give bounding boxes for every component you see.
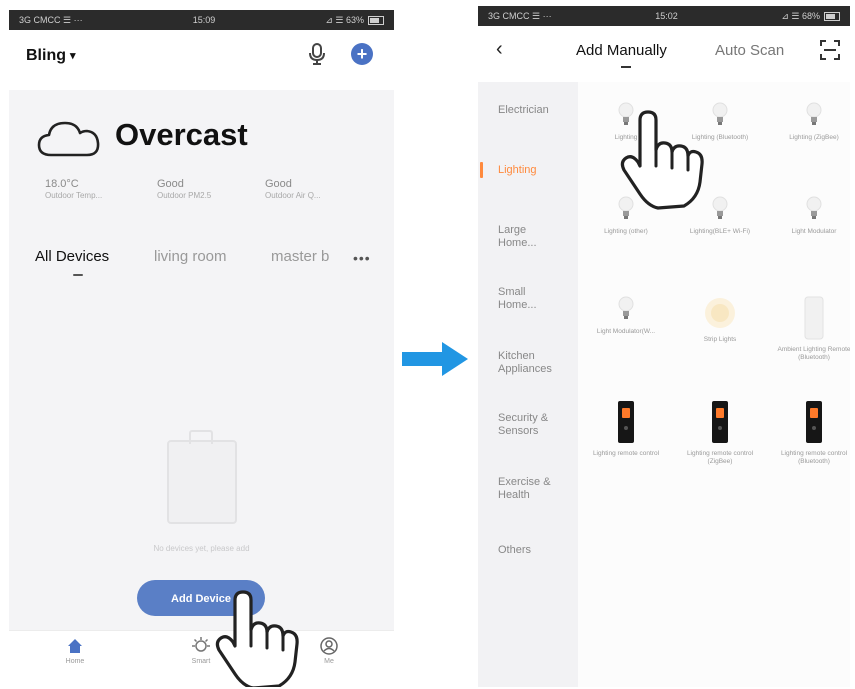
home-icon	[68, 639, 82, 653]
tab-add-manually[interactable]: Add Manually	[576, 42, 667, 59]
add-device-plus-icon[interactable]: +	[351, 43, 373, 65]
carrier-text: 3G CMCC ☰ ···	[488, 10, 552, 21]
strip-light-icon	[705, 298, 735, 328]
microphone-icon[interactable]	[307, 42, 327, 66]
tab-master-bedroom[interactable]: master b	[271, 248, 329, 265]
device-item[interactable]: Lighting remote control (ZigBee)	[680, 400, 760, 466]
device-item[interactable]: Lighting remote control (Bluetooth)	[774, 400, 850, 466]
stat-temperature: 18.0°C Outdoor Temp...	[45, 178, 103, 200]
device-item[interactable]: Light Modulator	[774, 196, 850, 236]
active-tab-indicator	[621, 66, 631, 68]
home-header: Bling ▾ +	[9, 30, 394, 90]
device-label: Light Modulator(W...	[596, 328, 656, 335]
light-bulb-icon	[712, 196, 728, 219]
hand-pointer-icon	[620, 110, 704, 210]
category-sidebar: Electrician Lighting Large Home... Small…	[478, 82, 578, 687]
device-label: Light Modulator	[791, 228, 837, 235]
category-others[interactable]: Others	[498, 544, 531, 557]
light-bulb-icon	[618, 296, 634, 319]
empty-devices-icon	[167, 430, 237, 524]
bottom-nav: Home Smart Me	[9, 630, 394, 687]
remote-control-icon	[806, 401, 822, 443]
device-label: Lighting remote control (Bluetooth)	[780, 450, 848, 465]
device-label: Lighting remote control	[592, 450, 660, 457]
carrier-text: 3G CMCC ☰ ···	[19, 14, 83, 25]
chevron-down-icon: ▾	[70, 50, 76, 62]
device-item[interactable]: Lighting remote control	[586, 400, 666, 458]
arrow-right-icon	[402, 342, 468, 376]
active-category-marker	[480, 162, 483, 178]
light-bulb-icon	[806, 196, 822, 219]
category-exercise[interactable]: Exercise & Health	[498, 476, 564, 502]
stat-air-quality: Good Outdoor Air Q...	[265, 178, 321, 200]
nav-me[interactable]: Me	[299, 637, 359, 665]
status-right: ⊿ ☰ 63%	[325, 15, 384, 26]
status-time: 15:02	[655, 11, 678, 21]
status-bar: 3G CMCC ☰ ··· 15:02 ⊿ ☰ 68%	[478, 6, 850, 26]
active-tab-indicator	[73, 274, 83, 276]
hand-pointer-icon	[215, 590, 299, 687]
device-label: Ambient Lighting Remote (Bluetooth)	[777, 346, 851, 361]
scan-icon[interactable]	[820, 40, 840, 60]
category-electrician[interactable]: Electrician	[498, 104, 549, 117]
left-phone-screen: 3G CMCC ☰ ··· 15:09 ⊿ ☰ 63% Bling ▾ + Ove…	[9, 10, 394, 687]
device-item[interactable]: Ambient Lighting Remote (Bluetooth)	[774, 296, 850, 362]
device-label: Lighting (other)	[604, 228, 648, 235]
light-bulb-icon	[806, 102, 822, 125]
category-large-home[interactable]: Large Home...	[498, 224, 558, 250]
home-selector[interactable]: Bling ▾	[26, 47, 76, 65]
weather-condition: Overcast	[115, 117, 248, 152]
category-small-home[interactable]: Small Home...	[498, 286, 558, 312]
empty-state-text: No devices yet, please add	[153, 544, 250, 553]
tab-auto-scan[interactable]: Auto Scan	[715, 42, 784, 59]
status-time: 15:09	[192, 15, 216, 25]
stat-pm25: Good Outdoor PM2.5	[157, 178, 212, 200]
nav-home[interactable]: Home	[45, 637, 105, 665]
device-label: Strip Lights	[703, 336, 737, 343]
back-icon[interactable]: ‹	[496, 38, 503, 61]
status-bar: 3G CMCC ☰ ··· 15:09 ⊿ ☰ 63%	[9, 10, 394, 30]
category-lighting[interactable]: Lighting	[498, 164, 537, 177]
right-phone-screen: 3G CMCC ☰ ··· 15:02 ⊿ ☰ 68% ‹ Add Manual…	[478, 6, 850, 687]
category-security[interactable]: Security & Sensors	[498, 412, 564, 438]
device-item[interactable]: Lighting (ZigBee)	[774, 102, 850, 142]
sun-icon	[192, 637, 210, 652]
device-label: Lighting(BLE+ Wi-Fi)	[689, 228, 751, 235]
tab-living-room[interactable]: living room	[154, 248, 227, 265]
battery-icon	[368, 15, 384, 25]
category-kitchen[interactable]: Kitchen Appliances	[498, 350, 570, 376]
remote-control-icon	[618, 401, 634, 443]
add-device-header: ‹ Add Manually Auto Scan	[478, 26, 850, 82]
device-label: Lighting (ZigBee)	[789, 134, 839, 141]
light-bulb-icon	[712, 102, 728, 125]
cloud-icon	[37, 121, 100, 157]
device-item[interactable]: Light Modulator(W...	[586, 296, 666, 336]
room-tabs: All Devices living room master b	[9, 248, 394, 278]
device-item[interactable]: Strip Lights	[680, 296, 760, 344]
status-right: ⊿ ☰ 68%	[781, 11, 840, 22]
user-icon	[320, 637, 338, 655]
battery-icon	[824, 11, 840, 21]
remote-icon	[804, 296, 824, 340]
more-icon[interactable]: •••	[353, 250, 371, 266]
tab-all-devices[interactable]: All Devices	[35, 248, 109, 265]
remote-control-icon	[712, 401, 728, 443]
device-label: Lighting remote control (ZigBee)	[686, 450, 754, 465]
